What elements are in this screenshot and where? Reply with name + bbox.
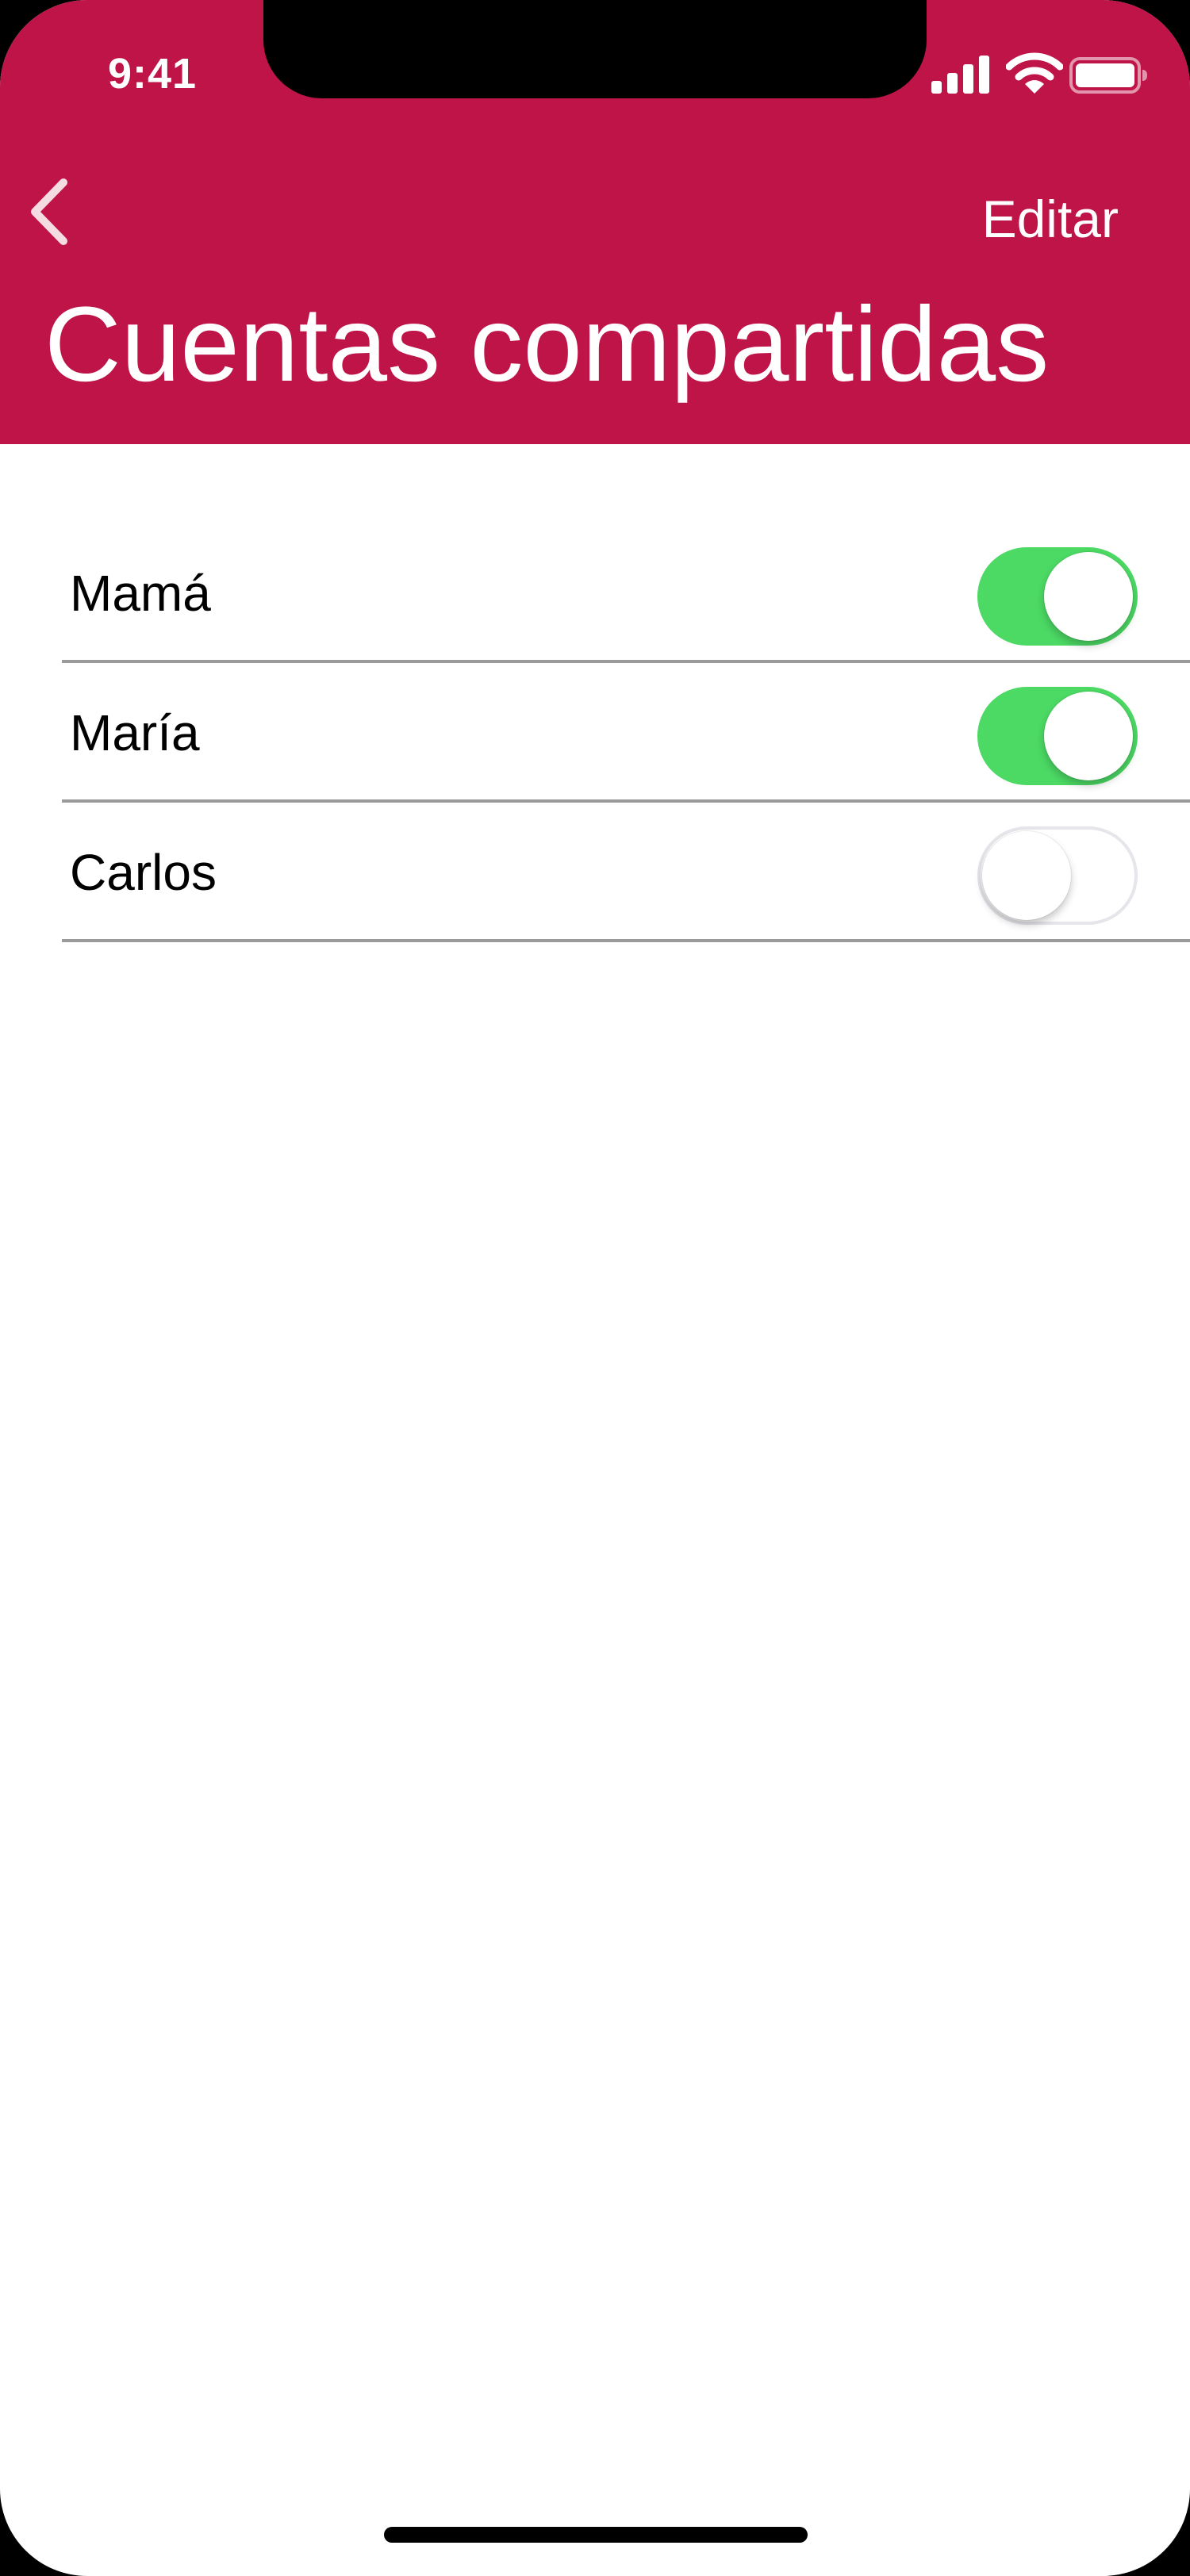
navigation-header: 9:41 Editar Cuentas compartidas [0, 0, 1190, 444]
chevron-left-icon [31, 178, 67, 245]
toggle-knob [1044, 692, 1133, 780]
account-name: Mamá [70, 565, 211, 622]
list-item: Mamá [0, 523, 1190, 663]
account-name: Carlos [70, 844, 217, 901]
home-indicator [384, 2527, 808, 2543]
row-divider [62, 939, 1190, 942]
shared-accounts-list: Mamá María Carlos [0, 523, 1190, 942]
account-name: María [70, 704, 200, 761]
back-button[interactable] [17, 167, 89, 254]
account-toggle[interactable] [977, 826, 1138, 925]
list-item: Carlos [0, 803, 1190, 942]
status-icons [927, 51, 1165, 98]
wifi-icon [1005, 52, 1064, 95]
account-toggle[interactable] [977, 687, 1138, 785]
page-title: Cuentas compartidas [44, 286, 1050, 404]
phone-screen: 9:41 Editar Cuentas compartidas Mamá Mar… [0, 0, 1190, 2576]
toggle-knob [1044, 552, 1133, 641]
edit-button[interactable]: Editar [904, 181, 1119, 257]
status-time: 9:41 [107, 50, 198, 98]
toggle-knob [982, 831, 1071, 920]
device-notch [263, 0, 927, 98]
list-item: María [0, 663, 1190, 803]
battery-icon [1069, 57, 1149, 94]
account-toggle[interactable] [977, 547, 1138, 646]
signal-icon [931, 56, 990, 94]
